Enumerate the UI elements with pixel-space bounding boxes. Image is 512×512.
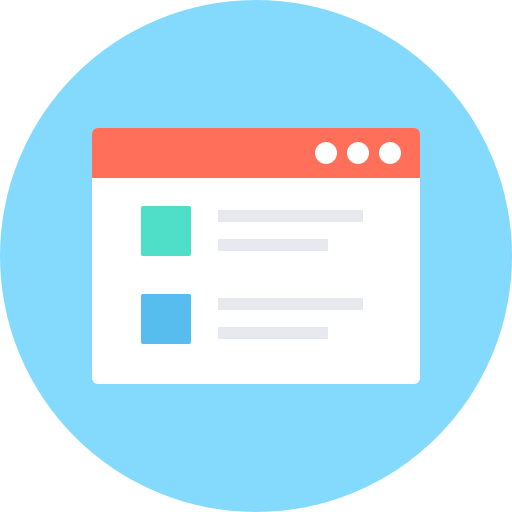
window-control-dot-icon bbox=[347, 142, 369, 164]
content-area bbox=[92, 178, 420, 384]
window-control-dot-icon bbox=[379, 142, 401, 164]
list-item bbox=[92, 206, 420, 256]
title-bar bbox=[92, 128, 420, 178]
window-control-dot-icon bbox=[315, 142, 337, 164]
text-placeholder-line bbox=[218, 210, 363, 222]
list-item-square-icon bbox=[141, 206, 191, 256]
browser-window-illustration bbox=[0, 0, 512, 512]
list-item-square-icon bbox=[141, 294, 191, 344]
list-item bbox=[92, 294, 420, 344]
text-placeholder-line bbox=[218, 327, 328, 339]
text-placeholder-line bbox=[218, 239, 328, 251]
text-placeholder-line bbox=[218, 298, 363, 310]
browser-window bbox=[92, 128, 420, 384]
